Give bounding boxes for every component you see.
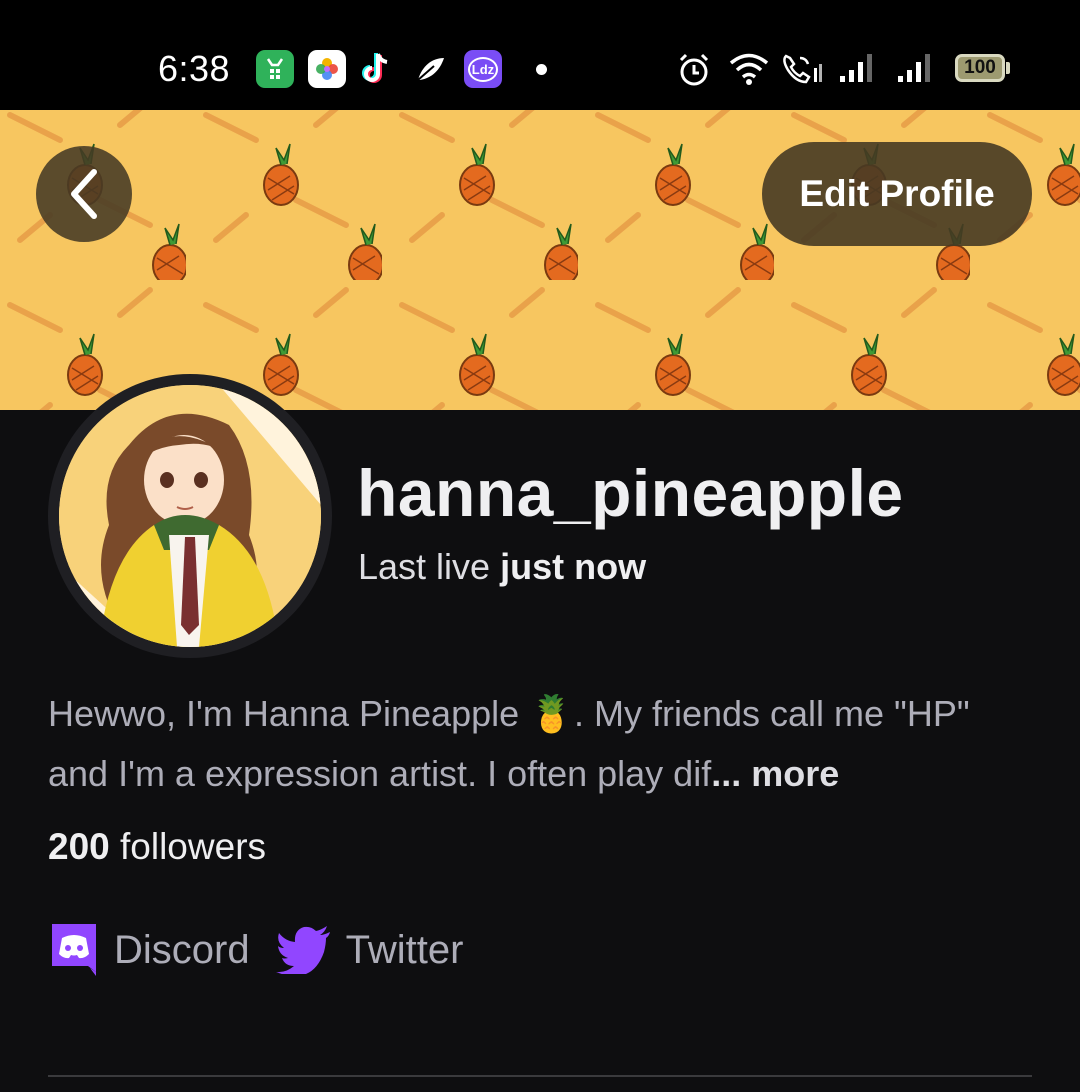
last-live-value: just now bbox=[500, 546, 647, 587]
discord-label: Discord bbox=[114, 927, 250, 972]
tiktok-icon bbox=[358, 50, 396, 88]
social-links: Discord Twitter bbox=[48, 920, 489, 980]
profile-bio: Hewwo, I'm Hanna Pineapple 🍍. My friends… bbox=[48, 684, 1038, 804]
signal-icon-2 bbox=[898, 54, 930, 82]
twitter-icon bbox=[275, 926, 330, 974]
feather-icon bbox=[412, 50, 450, 88]
edit-profile-button[interactable]: Edit Profile bbox=[762, 142, 1032, 246]
battery-level: 100 bbox=[964, 57, 996, 78]
battery-tip bbox=[1006, 62, 1010, 74]
alarm-icon bbox=[679, 53, 709, 86]
avatar-image bbox=[59, 385, 321, 647]
social-link-discord[interactable]: Discord bbox=[48, 922, 250, 978]
photos-icon bbox=[308, 50, 346, 88]
notification-dot bbox=[536, 64, 547, 75]
last-live-prefix: Last live bbox=[358, 546, 501, 587]
chevron-left-icon bbox=[71, 169, 97, 219]
status-time: 6:38 bbox=[158, 48, 231, 89]
battery-indicator: 100 bbox=[955, 54, 1005, 82]
app-icon-green bbox=[256, 50, 294, 88]
bio-more-link[interactable]: ... more bbox=[711, 753, 839, 794]
username: hanna_pineapple bbox=[357, 456, 904, 530]
wifi-icon bbox=[729, 53, 769, 85]
social-link-twitter[interactable]: Twitter bbox=[275, 926, 464, 974]
twitter-label: Twitter bbox=[345, 927, 464, 972]
discord-icon bbox=[52, 924, 96, 976]
followers-number: 200 bbox=[48, 826, 110, 867]
section-divider bbox=[48, 1075, 1032, 1077]
ldz-label: Ldz bbox=[467, 56, 499, 82]
back-button[interactable] bbox=[36, 146, 132, 242]
followers-count[interactable]: 200 followers bbox=[48, 826, 266, 868]
ldz-icon: Ldz bbox=[464, 50, 502, 88]
last-live-status: Last live just now bbox=[358, 546, 646, 588]
avatar[interactable] bbox=[48, 374, 332, 658]
status-bar: 6:38 Ldz 100 bbox=[0, 0, 1080, 110]
followers-label: followers bbox=[109, 826, 267, 867]
wifi-calling-icon bbox=[783, 54, 822, 84]
signal-icon-1 bbox=[840, 54, 872, 82]
